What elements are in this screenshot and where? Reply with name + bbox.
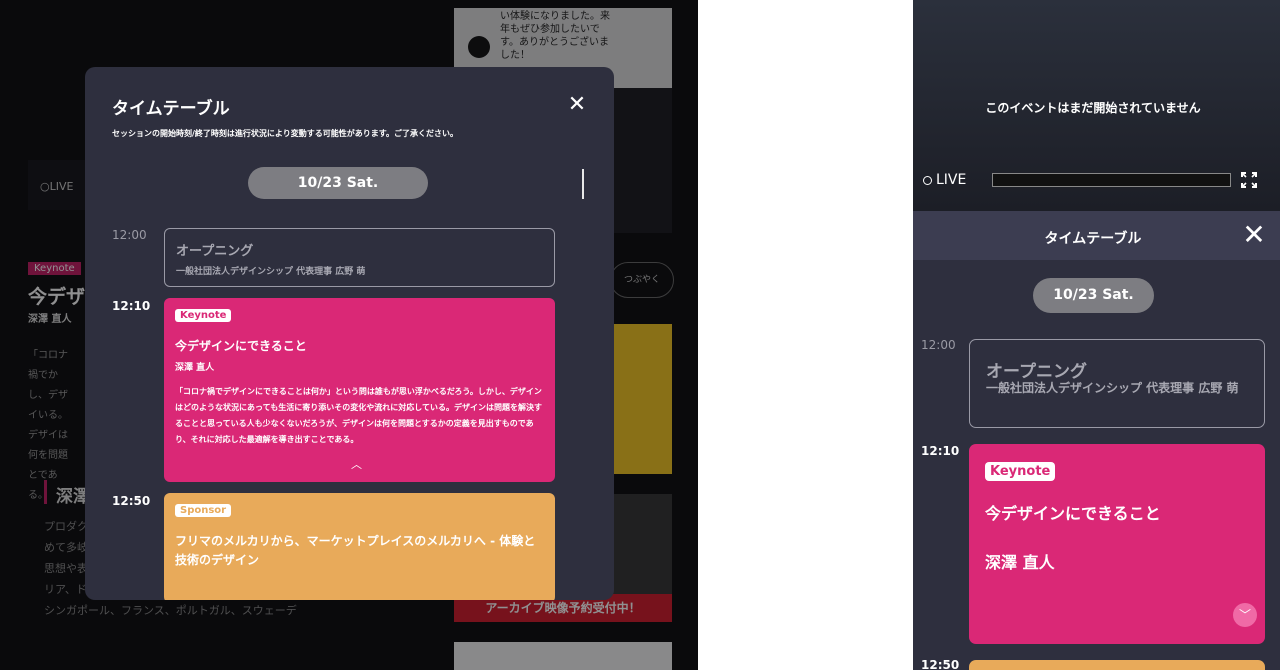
- session-card-keynote[interactable]: Keynote 今デザインにできること 深澤 直人 ﹀: [969, 444, 1265, 644]
- progress-bar[interactable]: [992, 173, 1231, 187]
- live-indicator: LIVE: [923, 172, 966, 188]
- avatar: [468, 36, 490, 58]
- session-speaker: 深澤 直人: [28, 314, 72, 325]
- session-card-opening[interactable]: オープニング 一般社団法人デザインシップ 代表理事 広野 萌: [969, 339, 1265, 428]
- session-title: フリマのメルカリから、マーケットプレイスのメルカリへ - 体験と技術のデザイン: [175, 534, 536, 567]
- chat-message: い体験になりました。来年もぜひ参加したいです。ありがとうございました！: [500, 11, 610, 61]
- session-title: 今デザインにできること: [985, 504, 1161, 523]
- session-card-opening[interactable]: オープニング 一般社団法人デザインシップ 代表理事 広野 萌: [164, 228, 555, 287]
- timetable-header: タイムテーブル ✕: [913, 211, 1280, 260]
- session-speaker: 一般社団法人デザインシップ 代表理事 広野 萌: [176, 267, 366, 277]
- ticket-banner[interactable]: [612, 494, 672, 594]
- close-icon[interactable]: ✕: [1242, 221, 1266, 249]
- session-time: 12:10: [921, 444, 960, 458]
- bottom-card: [454, 642, 672, 670]
- session-title: オープニング: [176, 244, 254, 259]
- sponsor-tag: Sponsor: [175, 504, 232, 517]
- session-description: 「コロナ禍でデザインにできることは何か」という問は誰もが思い浮かべるだろう。しか…: [175, 387, 542, 444]
- session-time: 12:50: [112, 494, 151, 508]
- not-started-notice: このイベントはまだ開始されていません: [985, 101, 1201, 115]
- session-time: 12:10: [112, 299, 151, 313]
- schedule-note: セッションの開始時刻/終了時刻は進行状況により変動する可能性があります。ご了承く…: [112, 129, 458, 138]
- promo-banner[interactable]: [612, 324, 672, 474]
- session-speaker: 深澤 直人: [175, 363, 215, 373]
- date-tab[interactable]: 10/23 Sat.: [248, 167, 428, 199]
- close-icon[interactable]: ✕: [566, 94, 588, 117]
- session-title: オープニング: [986, 362, 1087, 382]
- live-indicator: ○LIVE: [40, 180, 74, 193]
- date-tab[interactable]: 10/23 Sat.: [1033, 278, 1154, 313]
- scrollbar-thumb[interactable]: [582, 169, 584, 199]
- live-label: LIVE: [49, 180, 74, 193]
- chevron-up-icon[interactable]: ︿: [351, 456, 362, 472]
- live-dot-icon: [923, 175, 932, 185]
- section-accent-bar: [44, 480, 47, 504]
- live-label: LIVE: [936, 172, 967, 188]
- session-card-sponsor[interactable]: [969, 660, 1265, 670]
- modal-title: タイムテーブル: [112, 99, 230, 119]
- session-card-keynote[interactable]: Keynote 今デザインにできること 深澤 直人 「コロナ禍でデザインにできる…: [164, 298, 555, 482]
- fullscreen-icon[interactable]: [1241, 172, 1257, 188]
- keynote-tag: Keynote: [175, 309, 232, 322]
- mobile-view: このイベントはまだ開始されていません LIVE タイムテーブル ✕ 10/23 …: [913, 0, 1280, 670]
- session-badge: Keynote: [28, 262, 81, 275]
- session-time: 12:50: [921, 658, 960, 670]
- desktop-view: ○LIVE Keynote 今デザイ 深澤 直人 「コロナ禍でかし、デザイいる。…: [0, 0, 698, 670]
- session-speaker: 深澤 直人: [985, 553, 1055, 572]
- session-title: 今デザインにできること: [175, 339, 307, 353]
- video-player[interactable]: このイベントはまだ開始されていません LIVE: [913, 0, 1280, 211]
- chevron-down-icon[interactable]: ﹀: [1233, 603, 1257, 627]
- session-time: 12:00: [112, 228, 147, 242]
- session-time: 12:00: [921, 338, 956, 352]
- session-card-sponsor[interactable]: Sponsor フリマのメルカリから、マーケットプレイスのメルカリへ - 体験と…: [164, 493, 555, 600]
- keynote-tag: Keynote: [985, 462, 1056, 481]
- page-title: タイムテーブル: [1044, 231, 1142, 247]
- tweet-button[interactable]: つぶやく: [610, 262, 674, 298]
- session-speaker: 一般社団法人デザインシップ 代表理事 広野 萌: [986, 381, 1239, 395]
- timetable-modal: タイムテーブル ✕ セッションの開始時刻/終了時刻は進行状況により変動する可能性…: [85, 67, 614, 600]
- screenshot-stage: ○LIVE Keynote 今デザイ 深澤 直人 「コロナ禍でかし、デザイいる。…: [0, 0, 1280, 670]
